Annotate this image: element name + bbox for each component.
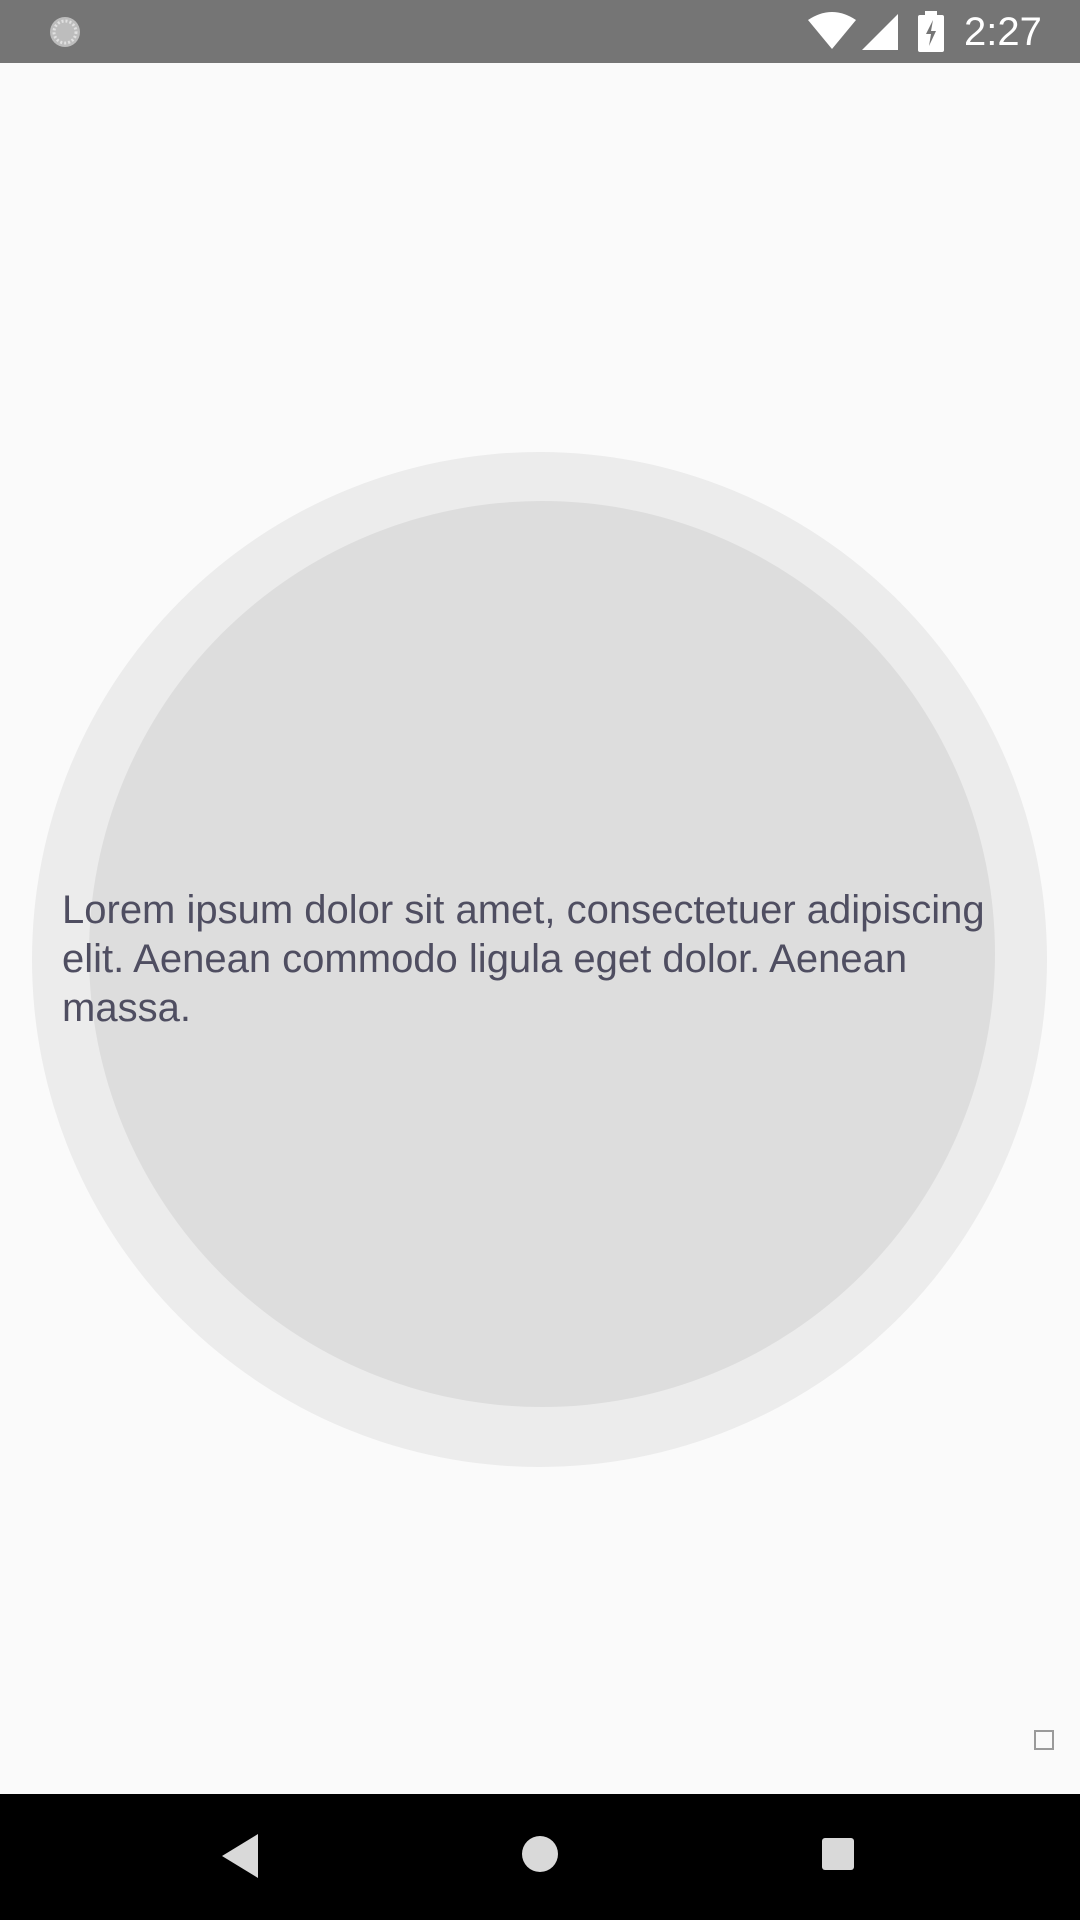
body-text: Lorem ipsum dolor sit amet, consectetuer…: [62, 888, 985, 1030]
navigation-bar: [0, 1794, 1080, 1920]
home-circle-icon[interactable]: [520, 1834, 560, 1874]
status-bar: 2:27: [0, 0, 1080, 63]
screen: 2:27 Lorem ipsum dolor sit amet, consect…: [0, 0, 1080, 1920]
back-triangle-icon[interactable]: [222, 1834, 258, 1878]
wifi-icon: [808, 12, 856, 49]
recents-square-icon[interactable]: [820, 1836, 856, 1872]
square-outline-icon[interactable]: [1034, 1730, 1054, 1750]
status-time: 2:27: [964, 10, 1042, 54]
loading-spinner-icon: [50, 17, 80, 47]
battery-charging-icon: [918, 11, 944, 52]
cell-signal-icon: [862, 14, 898, 50]
